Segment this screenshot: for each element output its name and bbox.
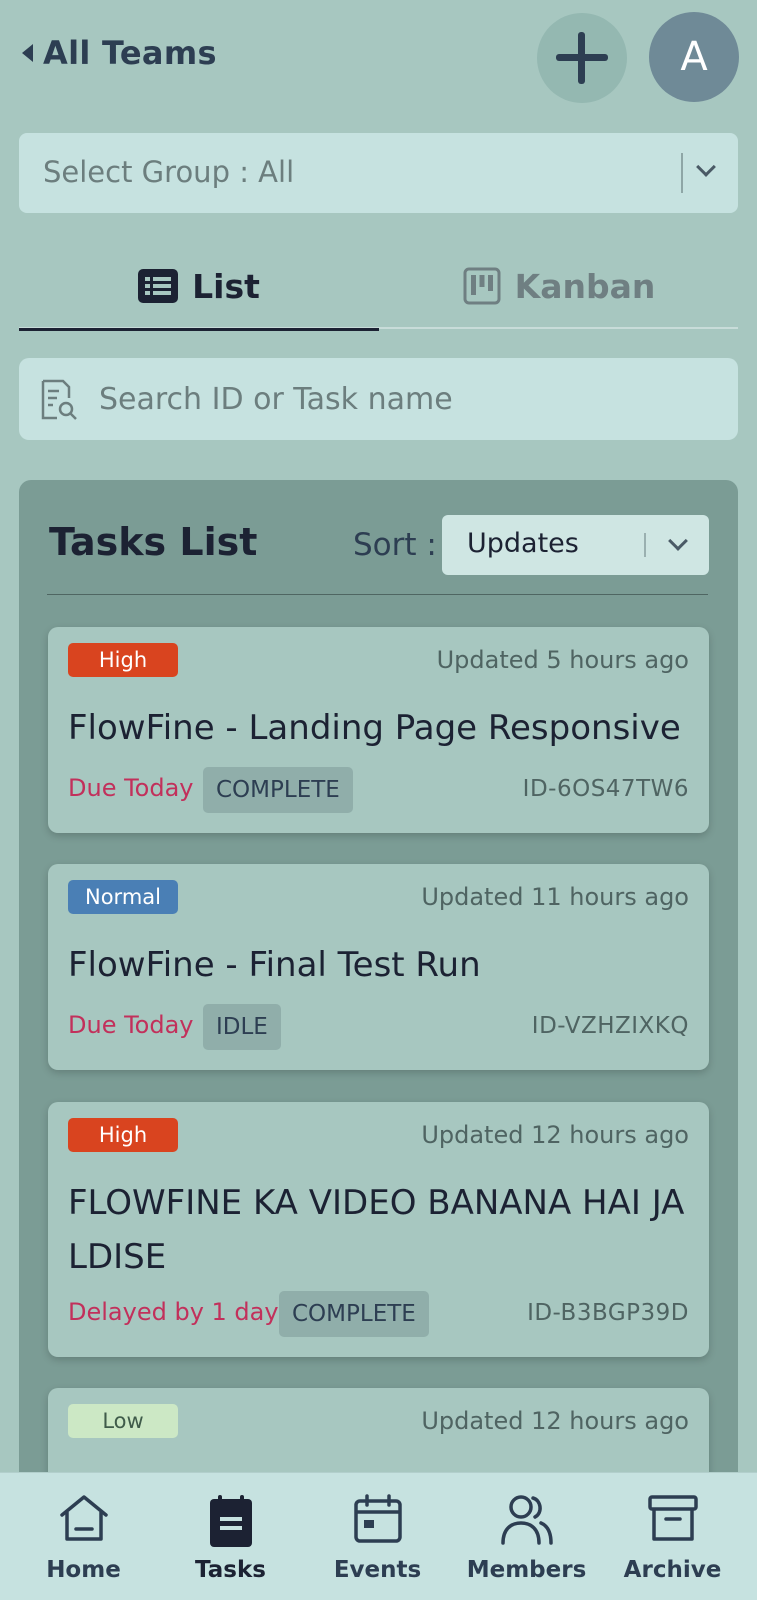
nav-tasks[interactable]: Tasks xyxy=(155,1473,306,1600)
task-card[interactable]: High Updated 12 hours ago FLOWFINE KA VI… xyxy=(48,1102,709,1357)
task-id: ID-6OS47TW6 xyxy=(522,776,689,802)
nav-archive[interactable]: Archive xyxy=(597,1473,748,1600)
status-badge: COMPLETE xyxy=(203,767,353,813)
archive-icon xyxy=(647,1495,698,1541)
status-badge: COMPLETE xyxy=(279,1291,429,1337)
task-card[interactable]: Normal Updated 11 hours ago FlowFine - F… xyxy=(48,864,709,1070)
top-bar: All Teams A xyxy=(0,0,757,115)
back-caret-icon xyxy=(22,44,33,62)
nav-members-label: Members xyxy=(466,1557,587,1583)
home-icon xyxy=(59,1495,108,1541)
chevron-down-icon xyxy=(696,157,716,177)
updated-time: Updated 11 hours ago xyxy=(421,883,689,911)
task-id: ID-VZHZIXKQ xyxy=(531,1013,689,1039)
priority-badge: High xyxy=(68,643,178,677)
members-icon xyxy=(500,1495,553,1545)
sort-label: Sort : xyxy=(353,527,437,563)
group-select-dropdown[interactable]: Select Group : All xyxy=(19,133,738,213)
divider xyxy=(47,594,708,595)
nav-events[interactable]: Events xyxy=(302,1473,453,1600)
tasks-list-title: Tasks List xyxy=(49,520,258,564)
chevron-down-icon xyxy=(668,531,688,551)
nav-home[interactable]: Home xyxy=(8,1473,159,1600)
tab-kanban[interactable]: Kanban xyxy=(379,243,739,329)
task-id: ID-B3BGP39D xyxy=(527,1300,689,1326)
calendar-icon xyxy=(353,1494,402,1543)
search-box xyxy=(19,358,738,440)
group-select-value: Select Group : All xyxy=(43,155,295,189)
updated-time: Updated 12 hours ago xyxy=(421,1121,689,1149)
plus-icon-stroke xyxy=(578,32,585,84)
bottom-navigation: Home Tasks Events Members Archive xyxy=(0,1472,757,1600)
due-status: Due Today xyxy=(68,774,194,802)
select-separator xyxy=(644,533,646,557)
priority-badge: Low xyxy=(68,1404,178,1438)
priority-badge: Normal xyxy=(68,880,178,914)
nav-members[interactable]: Members xyxy=(451,1473,602,1600)
tab-list-label: List xyxy=(192,266,260,306)
all-teams-back-link[interactable]: All Teams xyxy=(22,34,217,72)
kanban-icon xyxy=(463,267,501,305)
nav-tasks-label: Tasks xyxy=(195,1557,266,1583)
search-document-icon xyxy=(41,379,77,420)
task-card[interactable]: High Updated 5 hours ago FlowFine - Land… xyxy=(48,627,709,833)
due-status: Delayed by 1 day xyxy=(68,1298,279,1326)
nav-home-label: Home xyxy=(46,1557,121,1583)
tasks-icon xyxy=(209,1495,252,1547)
sort-value: Updates xyxy=(467,528,579,559)
tab-list[interactable]: List xyxy=(19,243,379,331)
active-tab-indicator xyxy=(19,328,379,331)
sort-dropdown[interactable]: Updates xyxy=(442,515,709,575)
task-title: FlowFine - Final Test Run xyxy=(68,945,481,985)
select-separator xyxy=(681,153,683,193)
tasks-panel: Tasks List Sort : Updates High Updated 5… xyxy=(19,480,738,1600)
updated-time: Updated 5 hours ago xyxy=(436,646,689,674)
task-title: FlowFine - Landing Page Responsive xyxy=(68,708,681,748)
add-task-button[interactable] xyxy=(537,13,627,103)
nav-archive-label: Archive xyxy=(623,1557,722,1583)
view-tabs: List Kanban xyxy=(19,243,739,331)
nav-events-label: Events xyxy=(333,1557,422,1583)
list-icon xyxy=(138,269,179,303)
avatar[interactable]: A xyxy=(649,12,739,102)
updated-time: Updated 12 hours ago xyxy=(421,1407,689,1435)
task-title: FLOWFINE KA VIDEO BANANA HAI JA LDISE xyxy=(68,1183,685,1277)
tab-kanban-label: Kanban xyxy=(514,266,656,306)
priority-badge: High xyxy=(68,1118,178,1152)
due-status: Due Today xyxy=(68,1011,194,1039)
search-input[interactable] xyxy=(99,358,719,440)
back-link-label: All Teams xyxy=(43,34,217,72)
status-badge: IDLE xyxy=(203,1004,281,1050)
